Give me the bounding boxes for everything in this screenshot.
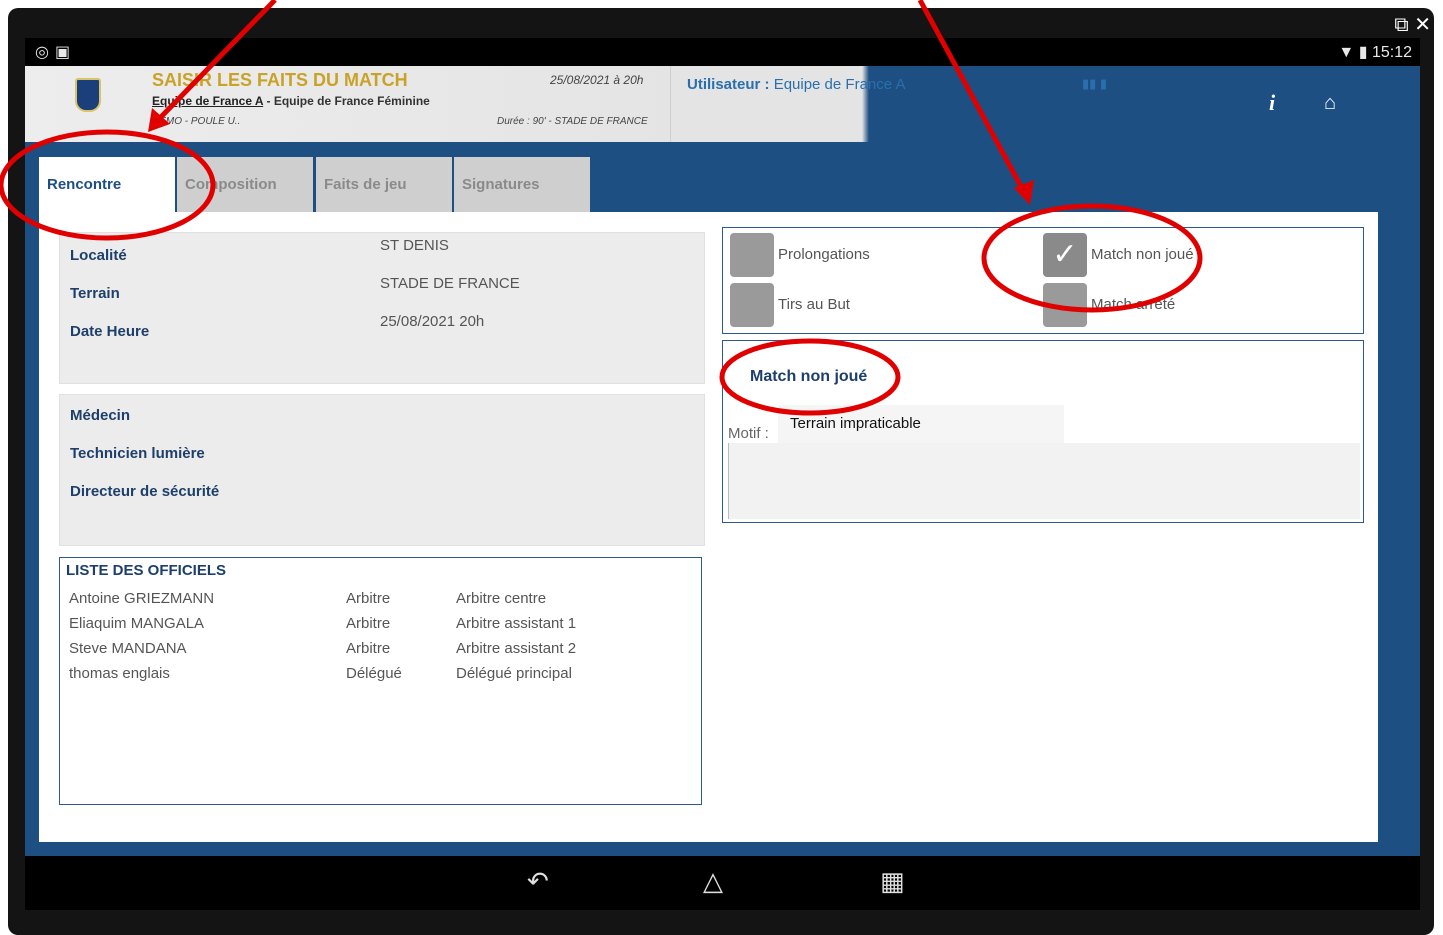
staff-panel: Médecin Technicien lumière Directeur de … [59, 394, 705, 546]
signal-icon: ▮▮ ▮ [1082, 76, 1108, 91]
header-divider [670, 66, 671, 142]
prolongations-checkbox[interactable] [730, 233, 774, 277]
motif-comment-field[interactable] [728, 443, 1360, 519]
officials-list: LISTE DES OFFICIELS Antoine GRIEZMANN Ar… [59, 557, 702, 805]
match-date: 25/08/2021 à 20h [550, 73, 644, 87]
table-row[interactable]: thomas englais Délégué Délégué principal [60, 665, 701, 690]
localite-value: ST DENIS [380, 237, 449, 254]
tab-rencontre[interactable]: Rencontre [39, 157, 175, 212]
table-row[interactable]: Eliaquim MANGALA Arbitre Arbitre assista… [60, 615, 701, 640]
app-screen: SAISIR LES FAITS DU MATCH Equipe de Fran… [25, 66, 1420, 856]
eye-icon: ◎ [35, 44, 55, 61]
content-area: Localité ST DENIS Terrain STADE DE FRANC… [39, 212, 1378, 842]
match-options: Prolongations Tirs au But ✓ Match non jo… [722, 227, 1364, 334]
directeur-label: Directeur de sécurité [70, 483, 220, 500]
window-controls: ⧉ ✕ [1394, 12, 1431, 37]
official-role: Arbitre [346, 640, 391, 657]
status-right: ▼ ▮ 15:12 [1338, 42, 1412, 62]
status-left-icons: ◎▣ [35, 42, 76, 62]
medecin-label: Médecin [70, 407, 131, 424]
match-duration: Durée : 90' - STADE DE FRANCE [497, 116, 648, 127]
official-function: Arbitre assistant 2 [456, 640, 577, 657]
check-icon: ✓ [1052, 238, 1078, 271]
android-nav-bar: ↶ △ ▦ [25, 856, 1420, 910]
technicien-label: Technicien lumière [70, 445, 205, 462]
teams: Equipe de France A - Equipe de France Fé… [152, 94, 430, 108]
clock: 15:12 [1371, 44, 1412, 61]
official-name: Eliaquim MANGALA [69, 615, 205, 632]
tirs-label: Tirs au But [778, 296, 850, 313]
home-nav-icon[interactable]: △ [703, 866, 723, 897]
tab-faits-de-jeu[interactable]: Faits de jeu [316, 157, 452, 212]
non-joue-checkbox[interactable]: ✓ [1043, 233, 1087, 277]
officials-title: LISTE DES OFFICIELS [66, 562, 227, 579]
date-label: Date Heure [70, 323, 150, 340]
info-icon: i [1268, 90, 1276, 115]
fff-logo [75, 78, 101, 112]
official-role: Arbitre [346, 615, 391, 632]
home-icon: ⌂ [1323, 91, 1337, 114]
localite-label: Localité [70, 247, 127, 264]
official-function: Arbitre centre [456, 590, 547, 607]
user-info: Utilisateur : Equipe de France A [687, 76, 905, 93]
arrete-checkbox[interactable] [1043, 283, 1087, 327]
wifi-icon: ▼ [1338, 44, 1355, 61]
arrete-label: Match arrêté [1091, 296, 1176, 313]
back-icon[interactable]: ↶ [527, 866, 549, 897]
match-info-panel: Localité ST DENIS Terrain STADE DE FRANC… [59, 232, 705, 384]
teams-separator: - [263, 94, 274, 108]
terrain-value: STADE DE FRANCE [380, 275, 520, 292]
non-joue-label: Match non joué [1091, 246, 1194, 263]
terrain-label: Terrain [70, 285, 120, 302]
away-team: Equipe de France Féminine [273, 94, 430, 108]
non-joue-panel: Match non joué Motif : Terrain impratica… [722, 340, 1364, 523]
official-name: Steve MANDANA [69, 640, 187, 657]
official-function: Délégué principal [456, 665, 572, 682]
battery-icon: ▮ [1358, 44, 1368, 61]
vpn-icon: ▣ [54, 44, 77, 61]
table-row[interactable]: Steve MANDANA Arbitre Arbitre assistant … [60, 640, 701, 665]
info-button[interactable]: i [1247, 78, 1297, 128]
official-name: thomas englais [69, 665, 170, 682]
table-row[interactable]: Antoine GRIEZMANN Arbitre Arbitre centre [60, 590, 701, 615]
competition: DEMO - POULE U.. [152, 116, 241, 127]
home-team-link[interactable]: Equipe de France A [152, 94, 263, 108]
external-icon[interactable]: ⧉ [1394, 14, 1408, 36]
motif-select[interactable]: Terrain impraticable [778, 405, 1064, 443]
status-bar: ◎▣ ▼ ▮ 15:12 [25, 38, 1420, 66]
page-title: SAISIR LES FAITS DU MATCH [152, 70, 408, 90]
home-button[interactable]: ⌂ [1305, 78, 1355, 128]
tirs-checkbox[interactable] [730, 283, 774, 327]
motif-label: Motif : [728, 425, 769, 442]
close-icon[interactable]: ✕ [1414, 14, 1431, 36]
official-name: Antoine GRIEZMANN [69, 590, 215, 607]
prolongations-label: Prolongations [778, 246, 870, 263]
tab-signatures[interactable]: Signatures [454, 157, 590, 212]
official-role: Délégué [346, 665, 402, 682]
user-label: Utilisateur : [687, 76, 770, 93]
official-function: Arbitre assistant 1 [456, 615, 577, 632]
tab-composition[interactable]: Composition [177, 157, 313, 212]
official-role: Arbitre [346, 590, 391, 607]
date-value: 25/08/2021 20h [380, 313, 485, 330]
non-joue-title: Match non joué [750, 368, 868, 385]
recents-icon[interactable]: ▦ [880, 866, 905, 897]
match-header: SAISIR LES FAITS DU MATCH Equipe de Fran… [25, 66, 1420, 142]
user-value: Equipe de France A [773, 76, 906, 93]
